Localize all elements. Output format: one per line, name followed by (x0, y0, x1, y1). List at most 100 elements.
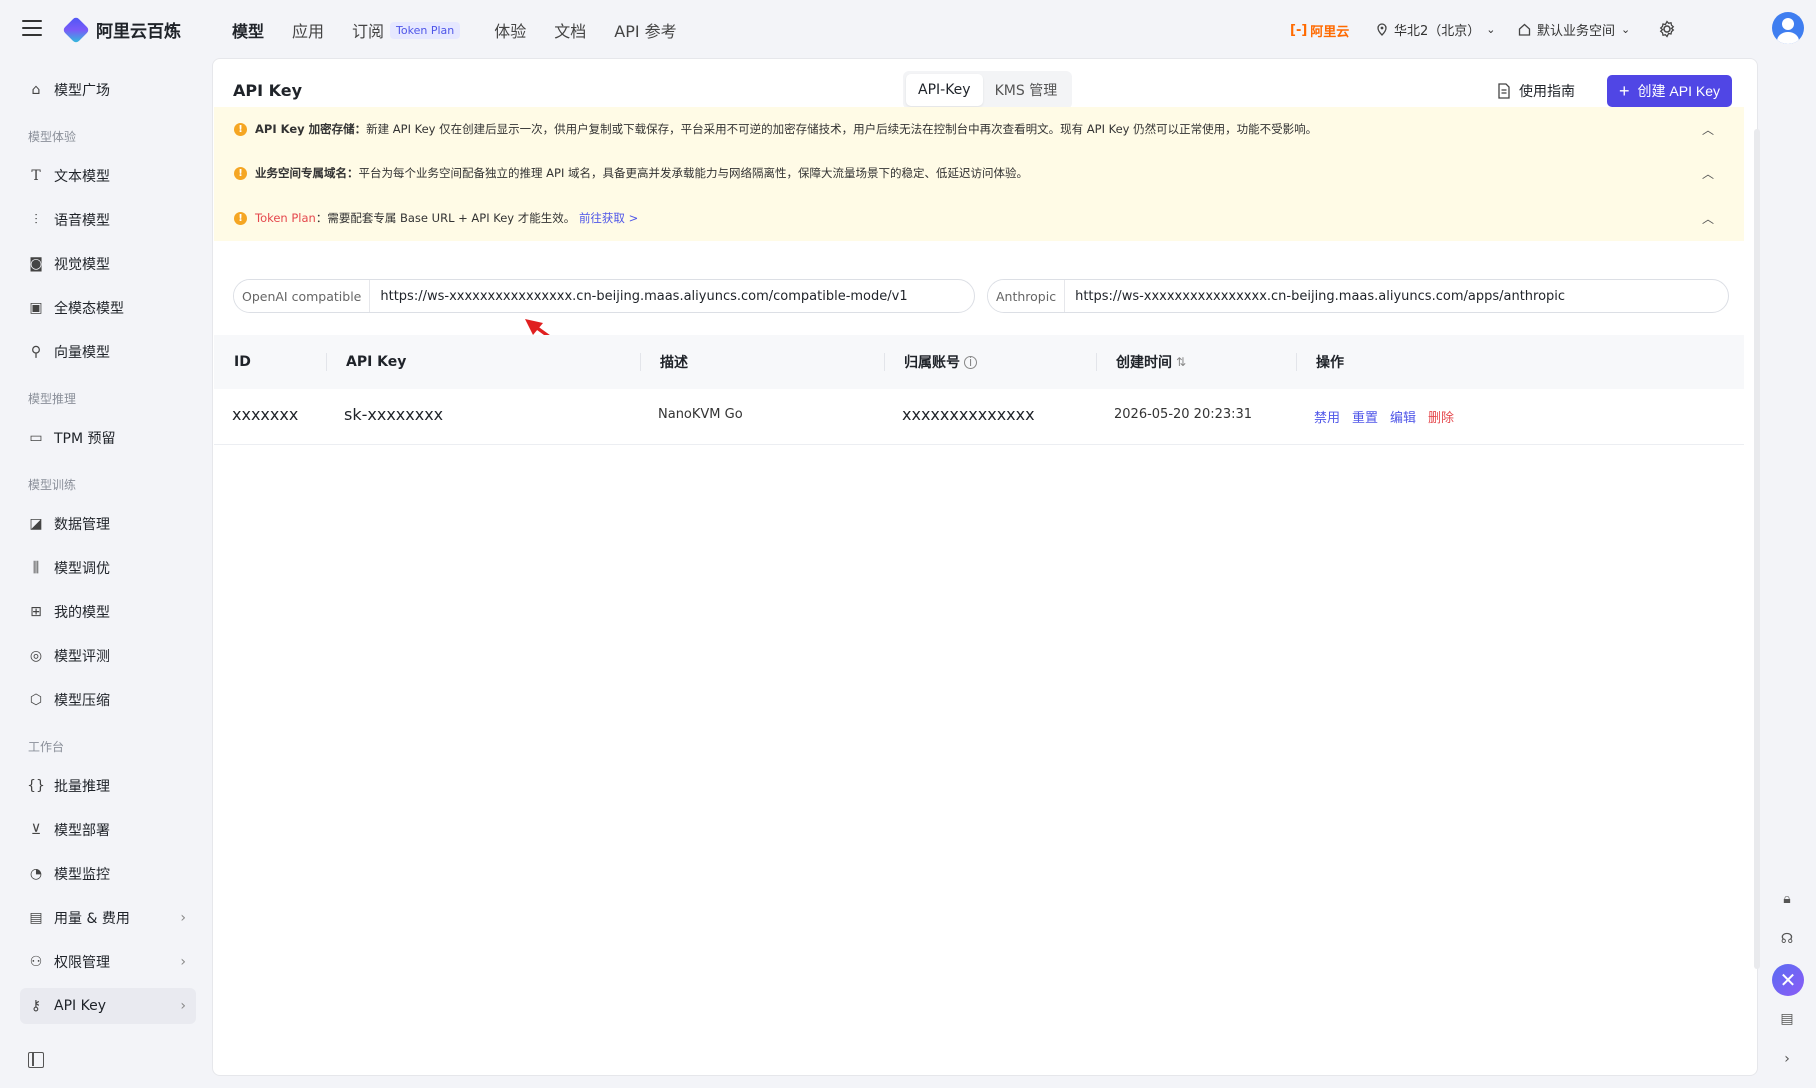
cell-id: xxxxxxx (232, 405, 299, 424)
nav-models[interactable]: 模型 (232, 18, 264, 42)
create-api-key-button[interactable]: + 创建 API Key (1607, 75, 1732, 107)
sidebar-item-text-model[interactable]: T 文本模型 (20, 158, 196, 194)
sidebar-item-fine-tune[interactable]: ⫼ 模型调优 (20, 550, 196, 586)
menu-icon[interactable] (22, 20, 42, 38)
waveform-icon: ⫶ (34, 212, 38, 228)
avatar[interactable] (1772, 12, 1804, 44)
sidebar-item-model-square[interactable]: ⌂ 模型广场 (20, 72, 196, 108)
table-row: xxxxxxx sk-xxxxxxxx NanoKVM Go xxxxxxxxx… (214, 389, 1744, 445)
col-divider (884, 353, 885, 371)
scrollbar[interactable] (1754, 129, 1760, 969)
vector-icon: ⚲ (30, 344, 42, 360)
sliders-icon: ⫼ (32, 560, 40, 576)
sidebar-item-vector-model[interactable]: ⚲ 向量模型 (20, 334, 196, 370)
sidebar-item-compression[interactable]: ⬡ 模型压缩 (20, 682, 196, 718)
user-icon: ⚇ (29, 954, 43, 970)
chevron-right-icon[interactable]: › (1776, 1048, 1798, 1070)
gauge-icon: ◔ (29, 866, 43, 882)
notice-encryption: ! API Key 加密存储：新建 API Key 仅在创建后显示一次，供用户复… (214, 107, 1744, 151)
col-actions: 操作 (1316, 355, 1344, 371)
cell-api-key[interactable]: sk-xxxxxxxx (344, 405, 443, 424)
warning-icon: ! (234, 211, 247, 225)
sidebar-item-batch[interactable]: {} 批量推理 (20, 768, 196, 804)
sidebar-item-permissions[interactable]: ⚇ 权限管理 › (20, 944, 196, 980)
notice-token-plan: ! Token Plan：需要配套专属 Base URL + API Key 才… (214, 195, 1744, 241)
cell-desc: NanoKVM Go (658, 407, 743, 422)
sidebar-item-vision-model[interactable]: ◙ 视觉模型 (20, 246, 196, 282)
sidebar-item-usage[interactable]: ▤ 用量 & 费用 › (20, 900, 196, 936)
info-icon[interactable]: i (964, 355, 977, 369)
sidebar-group-title: 工作台 (28, 740, 65, 754)
region-selector[interactable]: 华北2（北京） ⌄ (1376, 20, 1496, 39)
openai-url-field[interactable]: OpenAI compatible https://ws-xxxxxxxxxxx… (233, 279, 975, 313)
nav-subscription[interactable]: 订阅 Token Plan (352, 18, 461, 42)
omni-icon: ▣ (29, 300, 43, 316)
main-panel: API Key API-Key KMS 管理 使用指南 + 创建 API Key… (212, 58, 1760, 1076)
anthropic-tag: Anthropic (988, 280, 1066, 312)
notice-domain: ! 业务空间专属域名：平台为每个业务空间配备独立的推理 API 域名，具备更高并… (214, 151, 1744, 195)
row-actions: 禁用 重置 编辑 删除 (1314, 407, 1454, 426)
sidebar-item-omni-model[interactable]: ▣ 全模态模型 (20, 290, 196, 326)
sidebar-item-evaluation[interactable]: ◎ 模型评测 (20, 638, 196, 674)
compass-icon: ◎ (29, 648, 43, 664)
sidebar-item-data-management[interactable]: ◪ 数据管理 (20, 506, 196, 542)
sidebar-item-deploy[interactable]: ⊻ 模型部署 (20, 812, 196, 848)
cell-account: xxxxxxxxxxxxxx (902, 405, 1035, 424)
col-api-key: API Key (346, 354, 407, 370)
nav-experience[interactable]: 体验 (494, 18, 526, 42)
tab-kms[interactable]: KMS 管理 (983, 74, 1070, 106)
openai-tag: OpenAI compatible (234, 280, 371, 312)
col-account: 归属账号 i (904, 352, 977, 372)
nav-apps[interactable]: 应用 (292, 18, 324, 42)
plus-icon: + (1619, 81, 1630, 101)
headset-icon[interactable]: ☊ (1776, 928, 1798, 950)
col-created[interactable]: 创建时间 ⇅ (1116, 352, 1186, 372)
square-icon: ⌂ (31, 82, 41, 98)
anthropic-url-field[interactable]: Anthropic https://ws-xxxxxxxxxxxxxxxx.cn… (987, 279, 1729, 313)
get-link[interactable]: 前往获取 > (579, 211, 638, 225)
token-plan-badge: Token Plan (390, 21, 461, 39)
chevron-up-icon[interactable]: ︿ (1702, 210, 1714, 227)
sidebar-item-my-models[interactable]: ⊞ 我的模型 (20, 594, 196, 630)
aliyun-icon: [-] (1290, 23, 1308, 38)
nav-api-ref[interactable]: API 参考 (614, 18, 676, 42)
openai-url[interactable]: https://ws-xxxxxxxxxxxxxxxx.cn-beijing.m… (370, 289, 907, 304)
home-icon (1518, 23, 1531, 36)
sidebar-item-api-key[interactable]: ⚷ API Key › (20, 988, 196, 1024)
tab-api-key[interactable]: API-Key (906, 74, 983, 106)
lock-icon[interactable]: 🔒︎ (1776, 888, 1798, 910)
warning-icon: ! (234, 122, 247, 136)
sidebar-item-tpm[interactable]: ▭ TPM 预留 (20, 420, 196, 456)
logo[interactable]: 阿里云百炼 (62, 15, 181, 44)
sort-icon[interactable]: ⇅ (1176, 355, 1186, 369)
top-bar: 阿里云百炼 模型 应用 订阅 Token Plan 体验 文档 API 参考 [-… (0, 0, 1816, 60)
nav-docs[interactable]: 文档 (554, 18, 586, 42)
notes-icon[interactable]: ▤ (1776, 1008, 1798, 1030)
edit-button[interactable]: 编辑 (1390, 407, 1416, 426)
collapse-sidebar-icon[interactable] (28, 1052, 44, 1068)
cell-created: 2026-05-20 20:23:31 (1114, 407, 1253, 422)
document-icon (1498, 83, 1510, 99)
guide-link[interactable]: 使用指南 (1497, 81, 1575, 101)
anthropic-url[interactable]: https://ws-xxxxxxxxxxxxxxxx.cn-beijing.m… (1065, 289, 1565, 304)
chevron-up-icon[interactable]: ︿ (1702, 165, 1714, 182)
sidebar-item-monitor[interactable]: ◔ 模型监控 (20, 856, 196, 892)
chevron-down-icon: ⌄ (1621, 23, 1631, 36)
logo-text: 阿里云百炼 (96, 22, 181, 42)
key-icon: ⚷ (30, 998, 42, 1014)
aliyun-logo[interactable]: [-] 阿里云 (1290, 21, 1349, 40)
delete-button[interactable]: 删除 (1428, 407, 1454, 426)
col-divider (326, 353, 327, 371)
camera-icon: ◙ (29, 256, 43, 272)
warning-icon: ! (234, 166, 247, 180)
chevron-up-icon[interactable]: ︿ (1702, 121, 1714, 138)
sidebar-group-title: 模型推理 (28, 392, 77, 406)
close-assistant-icon[interactable]: ✕ (1772, 964, 1804, 996)
gear-icon[interactable] (1658, 20, 1676, 38)
sidebar-item-voice-model[interactable]: ⫶ 语音模型 (20, 202, 196, 238)
reset-button[interactable]: 重置 (1352, 407, 1378, 426)
sidebar-group-title: 模型体验 (28, 130, 77, 144)
workspace-selector[interactable]: 默认业务空间 ⌄ (1518, 20, 1630, 39)
disable-button[interactable]: 禁用 (1314, 407, 1340, 426)
wallet-icon: ▤ (29, 910, 43, 926)
